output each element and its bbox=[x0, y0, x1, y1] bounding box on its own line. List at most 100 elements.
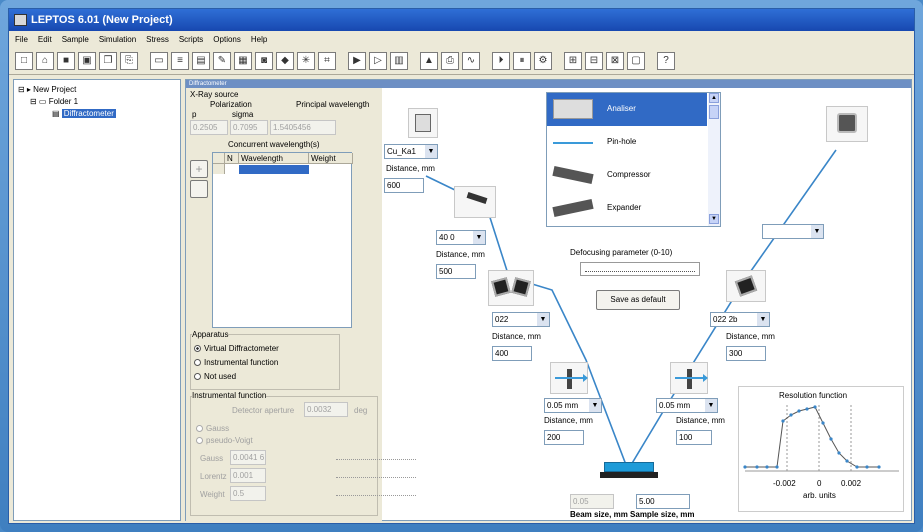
resolution-tick-2: 0 bbox=[817, 479, 822, 488]
crystal-left-stage[interactable] bbox=[488, 270, 534, 306]
slit-right-distance-field[interactable]: 100 bbox=[676, 430, 712, 445]
wave-icon[interactable]: ∿ bbox=[462, 51, 480, 70]
slit-right-stage[interactable] bbox=[670, 362, 708, 394]
table-icon[interactable]: ▦ bbox=[234, 51, 252, 70]
pause-icon[interactable]: ⏸ bbox=[513, 51, 531, 70]
crystal-right-stage[interactable] bbox=[726, 270, 766, 302]
defocusing-ticks bbox=[585, 271, 695, 272]
document-icon[interactable]: ≡ bbox=[171, 51, 189, 70]
slit-right-select[interactable]: 0.05 mm ▼ bbox=[656, 398, 718, 413]
window-title: LEPTOS 6.01 (New Project) bbox=[31, 14, 173, 26]
menu-sample[interactable]: Sample bbox=[62, 35, 89, 44]
beam-size-field[interactable]: 0.05 bbox=[570, 494, 614, 509]
slit-left-icon bbox=[567, 369, 572, 389]
mono-select[interactable]: 40 0 ▼ bbox=[436, 230, 486, 245]
optics-list-scrollbar[interactable]: ▲ ▼ bbox=[708, 93, 720, 226]
cube-icon[interactable]: ◆ bbox=[276, 51, 294, 70]
print-icon[interactable]: ⎙ bbox=[441, 51, 459, 70]
toolbar: □ ⌂ ■ ▣ ❐ ⎘ ▭ ≡ ▤ ✎ ▦ ◙ ◆ ✳ ⌗ ▶ ▷ ▥ ▲ ⎙ … bbox=[9, 47, 914, 75]
mono-distance-label: Distance, mm bbox=[436, 250, 485, 259]
mono-stage[interactable] bbox=[454, 186, 496, 218]
fit-icon[interactable]: ⌗ bbox=[318, 51, 336, 70]
menu-scripts[interactable]: Scripts bbox=[179, 35, 203, 44]
menu-file[interactable]: File bbox=[15, 35, 28, 44]
save-default-button[interactable]: Save as default bbox=[596, 290, 680, 310]
slit-right-icon bbox=[687, 369, 692, 389]
scroll-thumb[interactable] bbox=[709, 105, 719, 119]
crystal-right-distance-field[interactable]: 300 bbox=[726, 346, 766, 361]
help-icon[interactable]: ? bbox=[657, 51, 675, 70]
new-icon[interactable]: □ bbox=[15, 51, 33, 70]
crystal-left-select[interactable]: 022 ▼ bbox=[492, 312, 550, 327]
diffractometer-view: Diffractometer X-Ray source Polarization… bbox=[185, 79, 912, 521]
source-select[interactable]: Cu_Ka1 ▼ bbox=[384, 144, 438, 159]
save-all-icon[interactable]: ▣ bbox=[78, 51, 96, 70]
optics-item-pin-hole[interactable]: Pin-hole bbox=[547, 126, 707, 159]
source-stage[interactable] bbox=[408, 108, 438, 138]
scroll-up-icon[interactable]: ▲ bbox=[709, 93, 719, 103]
open-icon[interactable]: ⌂ bbox=[36, 51, 54, 70]
beam-sample-label: Beam size, mm Sample size, mm bbox=[570, 510, 695, 519]
app-icon bbox=[14, 14, 27, 26]
crystal-right-select[interactable]: 022 2b ▼ bbox=[710, 312, 770, 327]
scroll-down-icon[interactable]: ▼ bbox=[709, 214, 719, 224]
resolution-panel: Resolution function -0.002 0 0.002 arb. … bbox=[738, 386, 904, 512]
star-icon[interactable]: ✳ bbox=[297, 51, 315, 70]
play-icon[interactable]: ⏵ bbox=[492, 51, 510, 70]
settings-icon[interactable]: ⚙ bbox=[534, 51, 552, 70]
menu-simulation[interactable]: Simulation bbox=[99, 35, 136, 44]
optics-list[interactable]: Analiser Pin-hole Compressor Expander ▲ … bbox=[546, 92, 721, 227]
detector-stage[interactable] bbox=[826, 106, 868, 142]
menu-options[interactable]: Options bbox=[213, 35, 241, 44]
analiser-icon bbox=[553, 99, 593, 119]
optics-item-compressor[interactable]: Compressor bbox=[547, 159, 707, 192]
resolution-tick-3: 0.002 bbox=[841, 479, 862, 488]
mono-distance-field[interactable]: 500 bbox=[436, 264, 476, 279]
source-tube-icon bbox=[415, 114, 431, 132]
optics-item-expander[interactable]: Expander bbox=[547, 192, 707, 225]
optics-item-analiser[interactable]: Analiser bbox=[547, 93, 707, 126]
source-distance-field[interactable]: 600 bbox=[384, 178, 424, 193]
save-icon[interactable]: ■ bbox=[57, 51, 75, 70]
slit-left-arrow-icon bbox=[555, 374, 588, 382]
stop-icon[interactable]: ▷ bbox=[369, 51, 387, 70]
tree-root[interactable]: ⊟ ▸ New Project bbox=[18, 84, 176, 96]
source-distance-label: Distance, mm bbox=[386, 164, 435, 173]
defocusing-slider[interactable] bbox=[580, 262, 700, 276]
paste-icon[interactable]: ⎘ bbox=[120, 51, 138, 70]
slit-left-select[interactable]: 0.05 mm ▼ bbox=[544, 398, 602, 413]
calculator-icon[interactable]: ▤ bbox=[192, 51, 210, 70]
window-icon[interactable]: ▢ bbox=[627, 51, 645, 70]
menu-help[interactable]: Help bbox=[251, 35, 267, 44]
pin-hole-icon bbox=[553, 132, 593, 144]
tree-folder[interactable]: ⊟ ▭ Folder 1 bbox=[18, 96, 176, 108]
menu-bar: File Edit Sample Simulation Stress Scrip… bbox=[9, 31, 914, 47]
detector-icon bbox=[837, 113, 857, 133]
crystal-left-distance-label: Distance, mm bbox=[492, 332, 541, 341]
detector-select[interactable]: ▼ bbox=[762, 224, 824, 239]
crystal-right-icon bbox=[734, 275, 758, 297]
sample-icon bbox=[604, 462, 654, 472]
copy-icon[interactable]: ❐ bbox=[99, 51, 117, 70]
crystal-left-distance-field[interactable]: 400 bbox=[492, 346, 532, 361]
resolution-xlabel: arb. units bbox=[803, 491, 836, 500]
layout3-icon[interactable]: ⊠ bbox=[606, 51, 624, 70]
menu-stress[interactable]: Stress bbox=[146, 35, 169, 44]
sample-size-field[interactable]: 5.00 bbox=[636, 494, 690, 509]
graph-icon[interactable]: ▥ bbox=[390, 51, 408, 70]
expander-icon bbox=[552, 198, 594, 218]
tree-diffractometer[interactable]: ▤ Diffractometer bbox=[18, 108, 176, 120]
slit-right-arrow-icon bbox=[675, 374, 708, 382]
chart-icon[interactable]: ▲ bbox=[420, 51, 438, 70]
edit-icon[interactable]: ✎ bbox=[213, 51, 231, 70]
preview-icon[interactable]: ◙ bbox=[255, 51, 273, 70]
run-icon[interactable]: ▶ bbox=[348, 51, 366, 70]
slit-left-distance-label: Distance, mm bbox=[544, 416, 593, 425]
menu-edit[interactable]: Edit bbox=[38, 35, 52, 44]
crystal-right-distance-label: Distance, mm bbox=[726, 332, 775, 341]
slit-left-distance-field[interactable]: 200 bbox=[544, 430, 584, 445]
layout2-icon[interactable]: ⊟ bbox=[585, 51, 603, 70]
layout1-icon[interactable]: ⊞ bbox=[564, 51, 582, 70]
folder-icon[interactable]: ▭ bbox=[150, 51, 168, 70]
slit-left-stage[interactable] bbox=[550, 362, 588, 394]
